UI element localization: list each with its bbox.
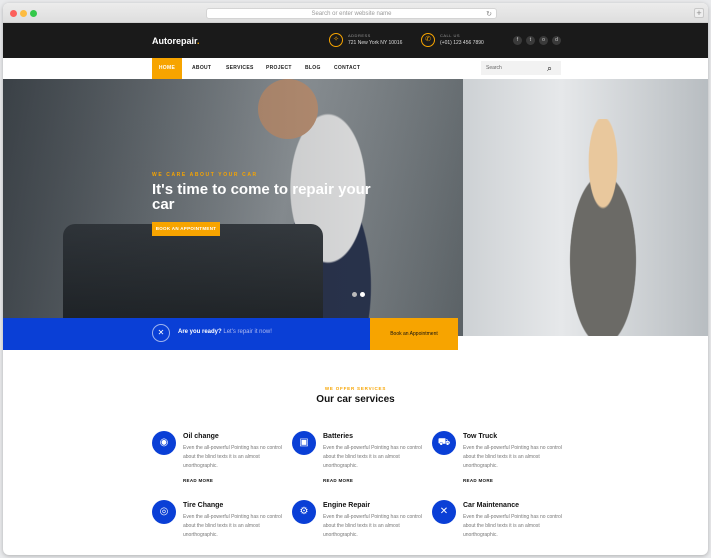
service-card: ▣ Batteries Even the all-powerful Pointi… [292, 431, 432, 491]
service-desc: Even the all-powerful Pointing has no co… [183, 514, 282, 538]
book-appointment-button[interactable]: Book an Appointment [370, 318, 458, 350]
slider-dot-1[interactable] [352, 292, 357, 297]
wrench-icon: ✕ [432, 500, 456, 524]
service-title[interactable]: Car Maintenance [463, 502, 519, 509]
nav-services[interactable]: SERVICES [226, 58, 254, 79]
cta-bar: ✕ Are you ready? Let's repair it now! [3, 318, 370, 350]
new-tab-button[interactable]: + [694, 8, 704, 18]
main-nav: HOME ABOUT SERVICES PROJECT BLOG CONTACT… [3, 58, 708, 79]
service-title[interactable]: Batteries [323, 433, 353, 440]
logo-text: Autorepair [152, 36, 198, 46]
battery-icon: ▣ [292, 431, 316, 455]
service-title[interactable]: Oil change [183, 433, 219, 440]
hero-banner: WE CARE ABOUT YOUR CAR It's time to come… [3, 79, 708, 336]
nav-contact[interactable]: CONTACT [334, 58, 360, 79]
service-card: ◉ Oil change Even the all-powerful Point… [152, 431, 292, 491]
tools-icon: ✕ [152, 324, 170, 342]
address-value: 721 New York NY 10016 [348, 40, 403, 46]
cta-text: Are you ready? Let's repair it now! [178, 329, 272, 335]
maximize-window-button[interactable] [30, 10, 37, 17]
nav-blog[interactable]: BLOG [305, 58, 321, 79]
service-title[interactable]: Tow Truck [463, 433, 497, 440]
browser-chrome: Search or enter website name ↻ + [3, 3, 708, 23]
browser-window: Search or enter website name ↻ + Autorep… [3, 3, 708, 555]
reload-icon[interactable]: ↻ [486, 10, 492, 20]
service-desc: Even the all-powerful Pointing has no co… [323, 514, 422, 538]
services-title: Our car services [316, 394, 395, 405]
tow-truck-icon: ⛟ [432, 431, 456, 455]
location-pin-icon: ✧ [329, 33, 343, 47]
tire-icon: ◎ [152, 500, 176, 524]
service-title[interactable]: Tire Change [183, 502, 223, 509]
address-bar[interactable]: Search or enter website name ↻ [206, 8, 497, 19]
logo-dot: . [197, 36, 200, 46]
cta-subtext: Let's repair it now! [223, 329, 272, 335]
read-more-link[interactable]: READ MORE [463, 478, 493, 483]
phone-icon: ✆ [421, 33, 435, 47]
service-desc: Even the all-powerful Pointing has no co… [323, 445, 422, 469]
service-card: ⛟ Tow Truck Even the all-powerful Pointi… [432, 431, 572, 491]
twitter-icon[interactable]: t [526, 36, 535, 45]
read-more-link[interactable]: READ MORE [183, 478, 213, 483]
service-desc: Even the all-powerful Pointing has no co… [463, 514, 562, 538]
service-card: ✕ Car Maintenance Even the all-powerful … [432, 500, 572, 555]
service-card: ◎ Tire Change Even the all-powerful Poin… [152, 500, 292, 555]
oil-can-icon: ◉ [152, 431, 176, 455]
site-logo[interactable]: Autorepair. [152, 36, 200, 46]
hero-book-button[interactable]: BOOK AN APPOINTMENT [152, 222, 220, 236]
service-desc: Even the all-powerful Pointing has no co… [463, 445, 562, 469]
close-window-button[interactable] [10, 10, 17, 17]
service-desc: Even the all-powerful Pointing has no co… [183, 445, 282, 469]
technician-figure [548, 119, 658, 336]
facebook-icon[interactable]: f [513, 36, 522, 45]
read-more-link[interactable]: READ MORE [323, 478, 353, 483]
call-label: CALL US [440, 33, 461, 38]
url-placeholder: Search or enter website name [311, 11, 392, 17]
services-kicker: WE OFFER SERVICES [324, 386, 387, 391]
instagram-icon[interactable]: o [539, 36, 548, 45]
dribbble-icon[interactable]: d [552, 36, 561, 45]
engine-icon: ⚙ [292, 500, 316, 524]
hero-kicker: WE CARE ABOUT YOUR CAR [152, 172, 258, 178]
hero-title: It's time to come to repair your car [152, 181, 371, 213]
nav-project[interactable]: PROJECT [266, 58, 292, 79]
search-icon[interactable]: ⌕ [547, 61, 552, 75]
minimize-window-button[interactable] [20, 10, 27, 17]
nav-about[interactable]: ABOUT [192, 58, 211, 79]
service-title[interactable]: Engine Repair [323, 502, 370, 509]
nav-home[interactable]: HOME [152, 58, 182, 79]
top-bar: Autorepair. ✧ ADDRESS 721 New York NY 10… [3, 23, 708, 58]
slider-dot-2[interactable] [360, 292, 365, 297]
cta-question: Are you ready? [178, 329, 222, 335]
call-value: (+01) 123 456 7890 [440, 40, 484, 46]
service-card: ⚙ Engine Repair Even the all-powerful Po… [292, 500, 432, 555]
address-label: ADDRESS [348, 33, 371, 38]
